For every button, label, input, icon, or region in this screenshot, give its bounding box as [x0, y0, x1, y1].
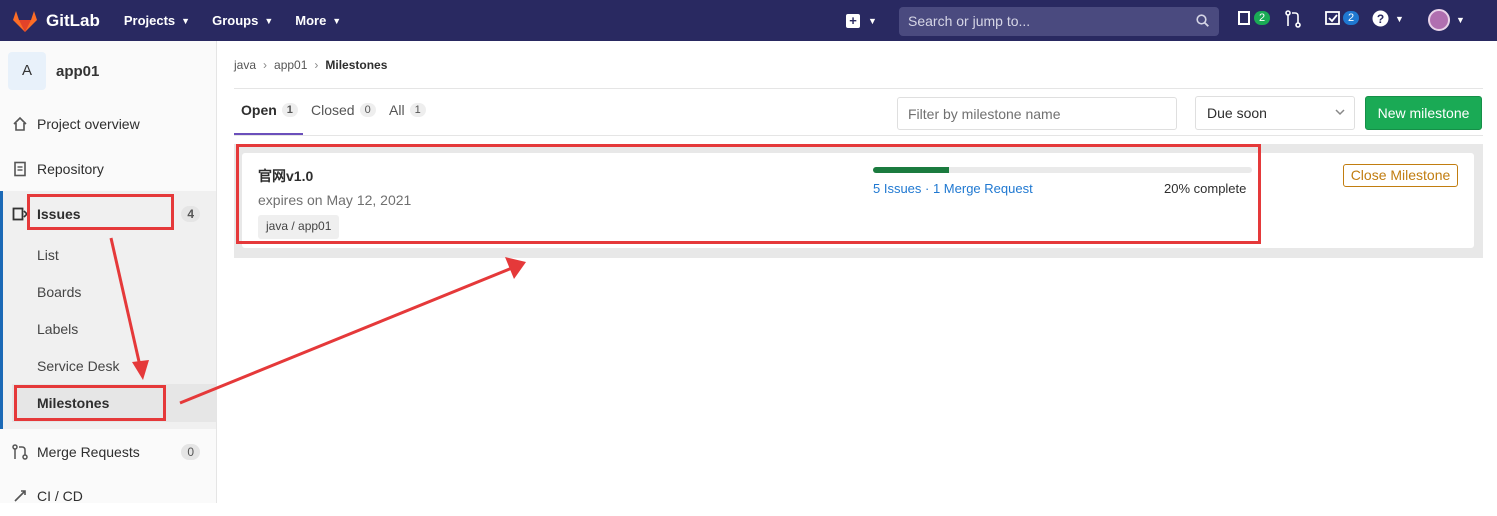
brand-name: GitLab: [46, 10, 100, 30]
nav-more[interactable]: More ▼: [295, 13, 341, 28]
new-milestone-button[interactable]: New milestone: [1365, 96, 1482, 130]
home-icon: [13, 116, 27, 131]
issues-count: 4: [181, 206, 200, 222]
tab-count: 1: [281, 103, 298, 117]
sidebar-item-project-overview[interactable]: Project overview: [0, 104, 216, 144]
help-button[interactable]: ? ▼: [1372, 10, 1404, 27]
search-icon: [1196, 14, 1209, 27]
milestone-filter-input[interactable]: Filter by milestone name: [897, 97, 1177, 130]
annotation-box-milestones: [14, 385, 166, 421]
sidebar-item-label: Merge Requests: [37, 444, 140, 460]
nav-more-label: More: [295, 13, 327, 28]
project-header[interactable]: A app01: [0, 41, 216, 101]
sidebar-item-label: Repository: [37, 161, 104, 177]
todo-icon: [1325, 11, 1340, 25]
divider: [234, 88, 1483, 89]
sidebar-item-label: CI / CD: [37, 488, 83, 504]
help-icon: ?: [1372, 10, 1389, 27]
user-menu-button[interactable]: ▼: [1428, 9, 1465, 31]
sort-value: Due soon: [1207, 105, 1267, 121]
breadcrumb-current[interactable]: Milestones: [325, 58, 387, 72]
issues-icon: [12, 207, 28, 221]
issues-icon: [1238, 11, 1250, 25]
breadcrumb-group[interactable]: java: [234, 58, 256, 72]
brand[interactable]: GitLab: [12, 9, 100, 33]
divider: [234, 135, 1483, 136]
issues-count-badge: 2: [1254, 11, 1271, 25]
merge-requests-count: 0: [181, 444, 200, 460]
gitlab-logo-icon: [13, 10, 37, 32]
annotation-box-issues: [27, 194, 174, 230]
chevron-right-icon: ›: [263, 58, 268, 72]
chevron-down-icon: ▼: [332, 15, 342, 26]
project-sidebar: A app01 Project overview Repository Issu…: [0, 41, 217, 504]
tab-label: Closed: [311, 102, 355, 118]
merge-request-icon: [12, 444, 28, 460]
new-dropdown-button[interactable]: + ▼: [846, 13, 877, 28]
doc-icon: [14, 161, 26, 177]
sidebar-item-ci-cd[interactable]: CI / CD: [0, 476, 216, 516]
breadcrumb-project[interactable]: app01: [274, 58, 307, 72]
issues-nav-button[interactable]: 2: [1238, 10, 1271, 26]
chevron-right-icon: ›: [314, 58, 319, 72]
nav-groups[interactable]: Groups ▼: [212, 13, 273, 28]
plus-icon: +: [846, 13, 860, 28]
chevron-down-icon: ▼: [1456, 15, 1465, 25]
filter-placeholder: Filter by milestone name: [908, 106, 1061, 122]
svg-text:?: ?: [1377, 12, 1384, 26]
sidebar-sub-labels[interactable]: Labels: [37, 321, 78, 337]
merge-requests-nav-button[interactable]: [1285, 10, 1301, 28]
nav-projects-label: Projects: [123, 13, 176, 28]
sidebar-item-label: Project overview: [37, 116, 140, 132]
search-placeholder: Search or jump to...: [908, 13, 1031, 29]
sidebar-item-repository[interactable]: Repository: [0, 149, 216, 189]
chevron-down-icon: ▼: [264, 15, 274, 26]
sidebar-sub-list[interactable]: List: [37, 247, 59, 263]
tab-label: Open: [241, 102, 277, 118]
chevron-down-icon: ▼: [1395, 13, 1404, 24]
sidebar-sub-boards[interactable]: Boards: [37, 284, 81, 300]
chevron-down-icon: ▼: [181, 15, 191, 26]
project-name: app01: [56, 62, 100, 80]
rocket-icon: [14, 490, 26, 502]
sidebar-item-merge-requests[interactable]: Merge Requests 0: [0, 432, 216, 472]
merge-request-icon: [1285, 10, 1301, 28]
nav-projects[interactable]: Projects ▼: [124, 13, 190, 28]
tab-count: 1: [409, 103, 426, 117]
top-navbar: GitLab Projects ▼ Groups ▼ More ▼ + ▼ Searc…: [0, 0, 1497, 41]
tab-closed[interactable]: Closed 0: [311, 102, 376, 118]
todos-count-badge: 2: [1343, 11, 1360, 25]
todos-nav-button[interactable]: 2: [1325, 10, 1360, 26]
tab-open[interactable]: Open 1: [241, 102, 298, 118]
tab-label: All: [389, 102, 405, 118]
annotation-box-milestone: [236, 144, 1261, 244]
chevron-down-icon: ▼: [868, 15, 877, 26]
tab-count: 0: [359, 103, 376, 117]
close-milestone-button[interactable]: Close Milestone: [1343, 164, 1458, 187]
sidebar-sub-service-desk[interactable]: Service Desk: [37, 358, 119, 374]
sort-dropdown[interactable]: Due soon: [1195, 96, 1355, 130]
nav-groups-label: Groups: [212, 13, 259, 28]
chevron-down-icon: [1335, 109, 1345, 116]
tab-all[interactable]: All 1: [389, 102, 426, 118]
user-avatar: [1428, 9, 1450, 31]
project-avatar: A: [8, 52, 46, 90]
search-input[interactable]: Search or jump to...: [899, 7, 1219, 36]
breadcrumb: java › app01 › Milestones: [234, 58, 387, 72]
